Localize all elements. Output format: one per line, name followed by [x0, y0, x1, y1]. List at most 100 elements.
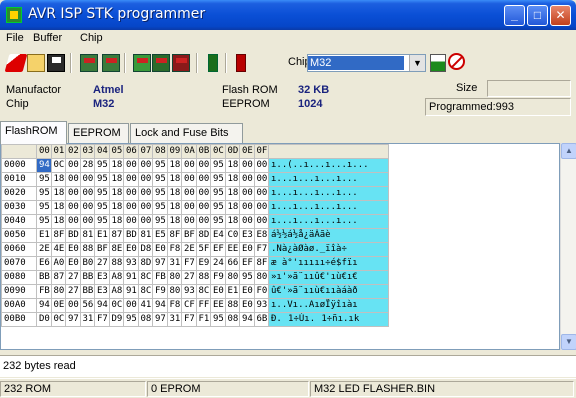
hex-byte-cell[interactable]: 18	[166, 200, 182, 215]
menu-buffer[interactable]: Buffer	[33, 32, 62, 44]
hex-ascii-cell[interactable]: »ı'»ã¨ııû€'ıù€ı€	[268, 270, 389, 285]
scroll-up-icon[interactable]: ▲	[561, 143, 576, 159]
hex-byte-cell[interactable]: BB	[79, 270, 95, 285]
hex-byte-cell[interactable]: E0	[65, 256, 81, 271]
vertical-scrollbar[interactable]: ▲ ▼	[560, 143, 576, 350]
hex-byte-cell[interactable]: 00	[239, 186, 255, 201]
hex-byte-cell[interactable]: 8C	[137, 270, 153, 285]
hex-byte-cell[interactable]: C0	[224, 228, 240, 243]
hex-byte-cell[interactable]: 27	[181, 270, 197, 285]
hex-byte-cell[interactable]: 80	[50, 284, 66, 299]
hex-ascii-cell[interactable]: æ à°'ııııı÷é$fïı	[268, 256, 389, 271]
hex-byte-cell[interactable]: D0	[36, 312, 52, 327]
lock-icon[interactable]	[172, 54, 190, 72]
hex-byte-cell[interactable]: E1	[224, 284, 240, 299]
hex-byte-cell[interactable]: 00	[123, 158, 139, 173]
hex-byte-cell[interactable]: BF	[181, 228, 197, 243]
hex-byte-cell[interactable]: 94	[152, 298, 168, 313]
tab-eeprom[interactable]: EEPROM	[68, 123, 129, 143]
hex-ascii-cell[interactable]: ı...ı...ı...ı...	[268, 214, 389, 229]
hex-byte-cell[interactable]: 97	[65, 312, 81, 327]
hex-byte-cell[interactable]: 18	[166, 158, 182, 173]
hex-byte-cell[interactable]: 80	[253, 270, 269, 285]
hex-byte-cell[interactable]: BB	[79, 284, 95, 299]
hex-byte-cell[interactable]: 97	[152, 256, 168, 271]
hex-byte-cell[interactable]: 66	[224, 256, 240, 271]
hex-byte-cell[interactable]: FF	[195, 298, 211, 313]
hex-byte-cell[interactable]: 00	[195, 214, 211, 229]
hex-byte-cell[interactable]: 87	[50, 270, 66, 285]
hex-byte-cell[interactable]: BB	[36, 270, 52, 285]
hex-ascii-cell[interactable]: ı..(..ı...ı...ı...	[268, 158, 389, 173]
hex-byte-cell[interactable]: 95	[152, 172, 168, 187]
maximize-button[interactable]: □	[527, 5, 548, 26]
hex-byte-cell[interactable]: 95	[94, 186, 110, 201]
verify-icon[interactable]	[133, 54, 151, 72]
hex-byte-cell[interactable]: 88	[224, 298, 240, 313]
hex-byte-cell[interactable]: E8	[253, 228, 269, 243]
hex-byte-cell[interactable]: 00	[195, 200, 211, 215]
chip-select[interactable]: M32 ▼	[307, 54, 426, 72]
hex-byte-cell[interactable]: 95	[94, 172, 110, 187]
hex-byte-cell[interactable]: 97	[152, 312, 168, 327]
hex-byte-cell[interactable]: 18	[108, 214, 124, 229]
hex-byte-cell[interactable]: 88	[79, 242, 95, 257]
hex-byte-cell[interactable]: 95	[152, 200, 168, 215]
hex-byte-cell[interactable]: B0	[79, 256, 95, 271]
hex-byte-cell[interactable]: 18	[166, 172, 182, 187]
hex-byte-cell[interactable]: 00	[65, 186, 81, 201]
title-bar[interactable]: AVR ISP STK programmer _ □ ✕	[0, 0, 576, 30]
hex-byte-cell[interactable]: 94	[239, 312, 255, 327]
read-chip-icon[interactable]	[80, 54, 98, 72]
hex-byte-cell[interactable]: 00	[181, 200, 197, 215]
hex-byte-cell[interactable]: 8F	[50, 228, 66, 243]
hex-byte-cell[interactable]: 95	[123, 312, 139, 327]
hex-byte-cell[interactable]: A8	[108, 270, 124, 285]
hex-byte-cell[interactable]: 8C	[195, 284, 211, 299]
hex-byte-cell[interactable]: 00	[239, 172, 255, 187]
hex-byte-cell[interactable]: 8E	[108, 242, 124, 257]
hex-byte-cell[interactable]: 18	[50, 200, 66, 215]
hex-byte-cell[interactable]: 00	[253, 214, 269, 229]
hex-byte-cell[interactable]: 18	[224, 172, 240, 187]
hex-byte-cell[interactable]: 0E	[50, 298, 66, 313]
hex-byte-cell[interactable]: 00	[137, 158, 153, 173]
hex-byte-cell[interactable]: E3	[239, 228, 255, 243]
hex-byte-cell[interactable]: F7	[94, 312, 110, 327]
hex-byte-cell[interactable]: 88	[195, 270, 211, 285]
tab-lock-fuse-bits[interactable]: Lock and Fuse Bits	[130, 123, 243, 143]
hex-byte-cell[interactable]: 93	[123, 256, 139, 271]
hex-byte-cell[interactable]: 00	[239, 158, 255, 173]
hex-byte-cell[interactable]: 31	[79, 312, 95, 327]
hex-byte-cell[interactable]: F9	[210, 270, 226, 285]
hex-byte-cell[interactable]: 00	[65, 298, 81, 313]
hex-byte-cell[interactable]: 18	[166, 214, 182, 229]
hex-byte-cell[interactable]: 00	[79, 200, 95, 215]
hex-byte-cell[interactable]: 95	[36, 172, 52, 187]
scroll-down-icon[interactable]: ▼	[561, 334, 576, 350]
hex-byte-cell[interactable]: 95	[210, 312, 226, 327]
hex-byte-cell[interactable]: 95	[36, 200, 52, 215]
hex-byte-cell[interactable]: 00	[123, 172, 139, 187]
hex-byte-cell[interactable]: 93	[253, 298, 269, 313]
hex-byte-cell[interactable]: 00	[195, 172, 211, 187]
hex-byte-cell[interactable]: F7	[181, 256, 197, 271]
hex-byte-cell[interactable]: 95	[210, 186, 226, 201]
close-button[interactable]: ✕	[550, 5, 571, 26]
hex-byte-cell[interactable]: 41	[137, 298, 153, 313]
hex-byte-cell[interactable]: F9	[152, 284, 168, 299]
hex-ascii-cell[interactable]: û€'»ã¨ııù€ııàáàð	[268, 284, 389, 299]
open-icon[interactable]	[27, 54, 45, 72]
hex-byte-cell[interactable]: 94	[36, 298, 52, 313]
hex-byte-cell[interactable]: 18	[108, 186, 124, 201]
hex-byte-cell[interactable]: 81	[79, 228, 95, 243]
hex-byte-cell[interactable]: 00	[181, 186, 197, 201]
hex-byte-cell[interactable]: E3	[94, 270, 110, 285]
hex-byte-cell[interactable]: 4E	[50, 242, 66, 257]
hex-byte-cell[interactable]: 28	[79, 158, 95, 173]
hex-byte-cell[interactable]: 00	[65, 172, 81, 187]
hex-byte-cell[interactable]: 27	[65, 270, 81, 285]
hex-byte-cell[interactable]: 00	[137, 200, 153, 215]
erase-icon[interactable]	[4, 54, 28, 72]
hex-byte-cell[interactable]: E9	[195, 256, 211, 271]
